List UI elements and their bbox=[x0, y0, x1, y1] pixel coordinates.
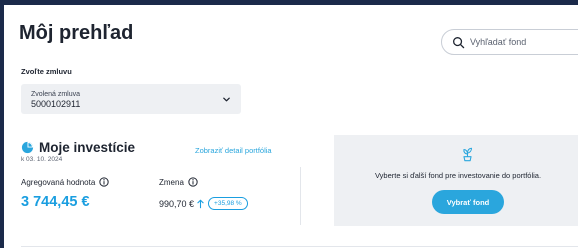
change-label: Zmena bbox=[159, 177, 198, 187]
search-icon bbox=[453, 36, 465, 48]
info-icon[interactable] bbox=[188, 177, 198, 187]
bottom-divider bbox=[21, 246, 578, 247]
search-input[interactable] bbox=[470, 37, 578, 47]
contract-select-value: 5000102911 bbox=[31, 99, 81, 109]
pie-chart-icon bbox=[21, 141, 34, 154]
contract-select-label: Zvolená zmluva bbox=[31, 91, 81, 98]
investments-header: Moje investície bbox=[21, 140, 135, 155]
choose-fund-button[interactable]: Vybrať fond bbox=[432, 190, 504, 214]
aggregated-value-label: Agregovaná hodnota bbox=[21, 177, 109, 187]
change-label-text: Zmena bbox=[159, 177, 184, 187]
aggregated-label-text: Agregovaná hodnota bbox=[21, 177, 96, 187]
change-value: 990,70 € bbox=[159, 198, 195, 209]
aggregated-value: 3 744,45 € bbox=[21, 194, 90, 210]
promo-text: Vyberte si ďalší fond pre investovanie d… bbox=[374, 171, 542, 180]
chevron-down-icon bbox=[223, 97, 230, 102]
vertical-divider bbox=[300, 167, 301, 225]
plant-sprout-icon bbox=[463, 147, 473, 162]
search-box[interactable] bbox=[441, 29, 578, 55]
investments-date: k 03. 10. 2024 bbox=[21, 156, 63, 163]
investments-title: Moje investície bbox=[39, 140, 136, 155]
page-title: Môj prehľad bbox=[19, 22, 134, 44]
fund-promo-card: Vyberte si ďalší fond pre investovanie d… bbox=[334, 135, 578, 226]
change-percent-badge: +35,98 % bbox=[208, 197, 248, 210]
arrow-up-icon bbox=[197, 199, 204, 208]
change-value-row: 990,70 € +35,98 % bbox=[159, 197, 248, 210]
info-icon[interactable] bbox=[99, 177, 109, 187]
main-panel: Môj prehľad Zvoľte zmluvu Zvolená zmluva… bbox=[4, 5, 578, 248]
contract-section-label: Zvoľte zmluvu bbox=[21, 67, 72, 76]
portfolio-detail-link[interactable]: Zobraziť detail portfólia bbox=[195, 146, 272, 155]
contract-select[interactable]: Zvolená zmluva 5000102911 bbox=[21, 84, 241, 114]
